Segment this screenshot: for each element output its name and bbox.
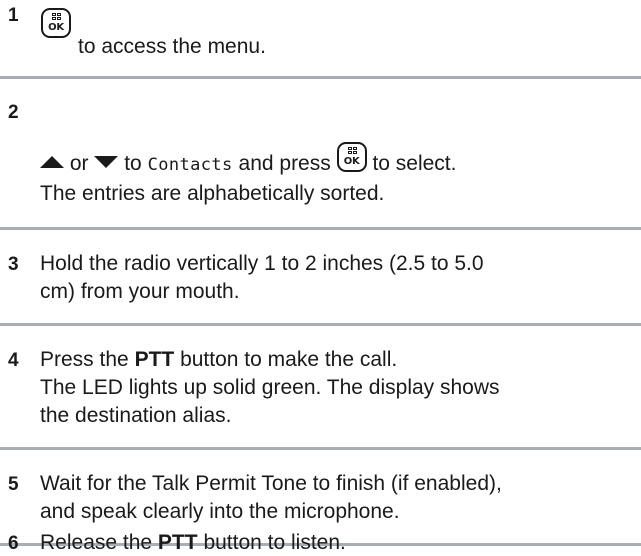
menu-ok-key-icon: OK — [41, 8, 71, 38]
step-number: 6 — [8, 533, 19, 554]
text-or: or — [69, 152, 89, 175]
text-button-listen: button to listen. — [203, 531, 346, 554]
step-text-line-1: Release the PTT button to listen. — [40, 529, 346, 556]
text-to-select: to select. — [372, 152, 457, 175]
text-and-press: and press — [238, 152, 331, 175]
step-text-line-2: The LED lights up solid green. The displ… — [40, 376, 500, 399]
step-text-line-1: Press the PTT button to make the call. — [40, 346, 397, 373]
step-text: or to Contacts and press OK to select. — [40, 142, 456, 179]
menu-item-name: Contacts — [147, 155, 233, 175]
divider — [0, 323, 641, 326]
text-release-the: Release the — [40, 531, 153, 554]
step-number: 2 — [8, 102, 19, 123]
ok-key-label: OK — [48, 22, 64, 33]
down-arrow-icon — [94, 156, 119, 168]
step-number: 5 — [8, 474, 19, 495]
step-text-line-2: cm) from your mouth. — [40, 280, 240, 303]
divider — [0, 447, 641, 450]
ok-key-label: OK — [343, 156, 360, 167]
step-text-line-1: Wait for the Talk Permit Tone to finish … — [40, 472, 502, 495]
step-number: 3 — [8, 254, 19, 275]
ptt-button-name: PTT — [134, 348, 175, 371]
step-text-line-1: Hold the radio vertically 1 to 2 inches … — [40, 252, 484, 275]
step-text-line-3: the destination alias. — [40, 404, 232, 427]
text-press-the: Press the — [40, 348, 129, 371]
ptt-button-name: PTT — [157, 531, 198, 554]
step-note: The entries are alphabetically sorted. — [40, 182, 385, 205]
text-button-call: button to make the call. — [180, 348, 398, 371]
up-arrow-icon — [40, 156, 64, 168]
menu-ok-key-icon: OK — [336, 142, 367, 172]
divider — [0, 227, 641, 230]
divider — [0, 76, 641, 79]
step-number: 1 — [8, 5, 19, 26]
step-number: 4 — [8, 350, 19, 371]
step-text-line-2: and speak clearly into the microphone. — [40, 500, 400, 523]
step-text: to access the menu. — [78, 35, 266, 58]
text-to: to — [124, 152, 142, 175]
